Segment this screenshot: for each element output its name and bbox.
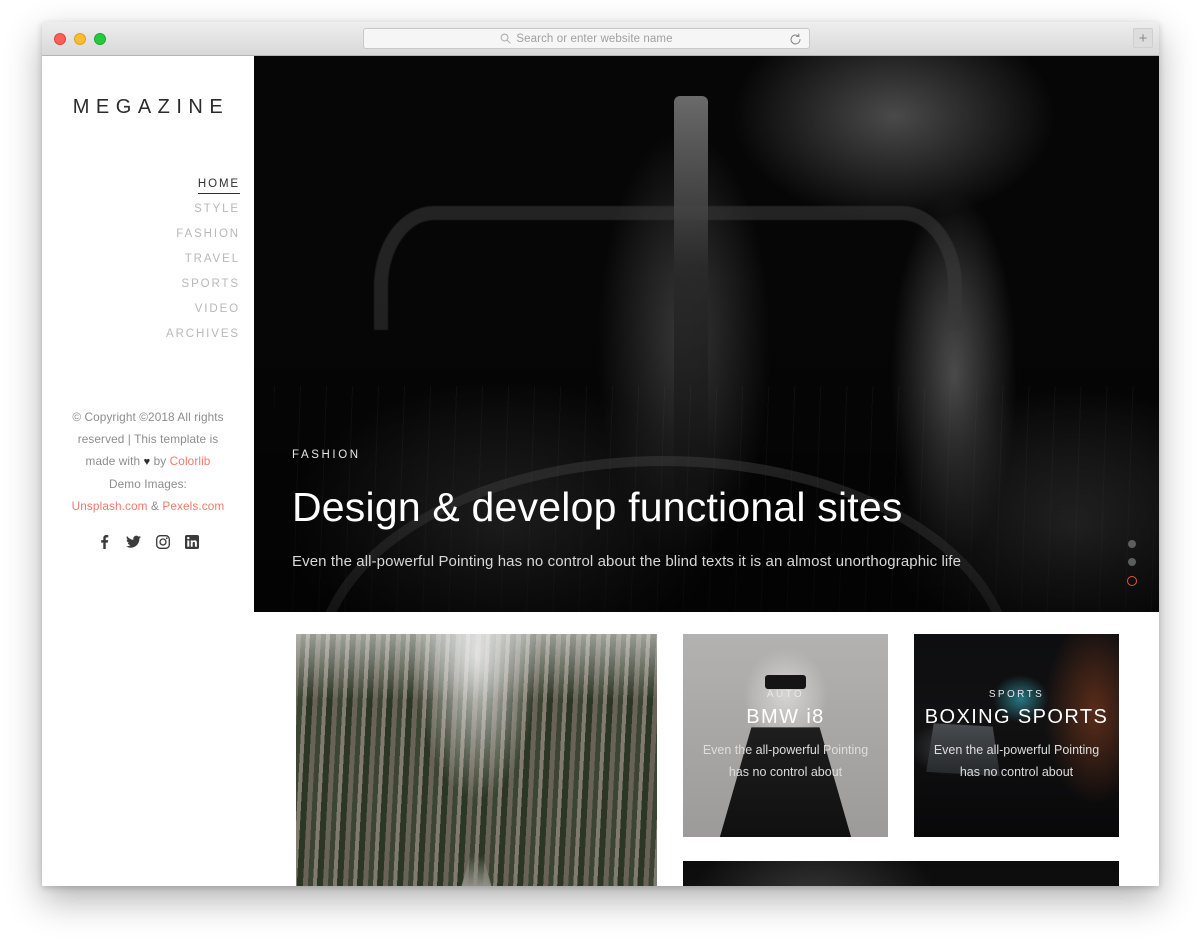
- browser-window: Search or enter website name + MEGAZINE …: [42, 22, 1159, 886]
- sidebar: MEGAZINE HOME STYLE FASHION TRAVEL SPORT…: [42, 56, 254, 886]
- nav-label: VIDEO: [194, 302, 240, 315]
- copyright-line-1: © Copyright ©2018 All rights: [72, 410, 224, 424]
- browser-toolbar: Search or enter website name +: [42, 22, 1159, 56]
- hero-title[interactable]: Design & develop functional sites: [292, 484, 1129, 529]
- new-tab-button[interactable]: +: [1133, 28, 1153, 48]
- linkedin-icon[interactable]: [184, 535, 199, 549]
- made-with-text: made with: [85, 454, 141, 468]
- post-grid: AUTO BMW i8 Even the all-powerful Pointi…: [254, 634, 1159, 886]
- card-title[interactable]: BMW i8: [746, 706, 824, 729]
- nav-item-travel[interactable]: TRAVEL: [42, 246, 240, 271]
- nav-item-sports[interactable]: SPORTS: [42, 271, 240, 296]
- card-category[interactable]: AUTO: [767, 689, 804, 700]
- slider-dot-1[interactable]: [1128, 540, 1136, 548]
- maximize-window-button[interactable]: [94, 33, 106, 45]
- hero-category[interactable]: FASHION: [292, 449, 1129, 461]
- post-card-column: AUTO BMW i8 Even the all-powerful Pointi…: [683, 634, 1119, 886]
- nav-label: STYLE: [194, 202, 240, 215]
- post-card-bmw[interactable]: AUTO BMW i8 Even the all-powerful Pointi…: [683, 634, 888, 837]
- hero-slider[interactable]: FASHION Design & develop functional site…: [254, 56, 1159, 612]
- nav-label: FASHION: [176, 227, 240, 240]
- nav-item-fashion[interactable]: FASHION: [42, 221, 240, 246]
- post-card-pair: AUTO BMW i8 Even the all-powerful Pointi…: [683, 634, 1119, 837]
- card-description: Even the all-powerful Pointing has no co…: [933, 742, 1100, 779]
- nav-label: ARCHIVES: [166, 327, 240, 340]
- slider-pagination: [1127, 540, 1137, 586]
- plus-icon: +: [1138, 29, 1148, 47]
- copyright-line-3: made with ♥ by Colorlib: [56, 450, 240, 473]
- minimize-window-button[interactable]: [74, 33, 86, 45]
- hero-text-block: FASHION Design & develop functional site…: [292, 449, 1129, 570]
- slider-dot-3-active[interactable]: [1127, 576, 1137, 586]
- nav-label: SPORTS: [181, 277, 240, 290]
- heart-icon: ♥: [143, 456, 151, 468]
- card-title[interactable]: BOXING SPORTS: [925, 706, 1108, 729]
- search-input[interactable]: Search or enter website name: [363, 28, 810, 49]
- card-category[interactable]: SPORTS: [989, 689, 1044, 700]
- unsplash-link[interactable]: Unsplash.com: [72, 499, 148, 513]
- by-text: by: [153, 454, 167, 468]
- post-grid-row-1: AUTO BMW i8 Even the all-powerful Pointi…: [254, 634, 1159, 886]
- facebook-icon[interactable]: [98, 535, 111, 549]
- post-card-forest[interactable]: [296, 634, 657, 886]
- page-viewport: MEGAZINE HOME STYLE FASHION TRAVEL SPORT…: [42, 56, 1159, 886]
- demo-images-label: Demo Images:: [109, 477, 187, 491]
- search-icon: [500, 33, 512, 44]
- nav-item-archives[interactable]: ARCHIVES: [42, 321, 240, 346]
- colorlib-link[interactable]: Colorlib: [170, 454, 211, 468]
- hero-subtitle: Even the all-powerful Pointing has no co…: [292, 553, 962, 570]
- nav-item-video[interactable]: VIDEO: [42, 296, 240, 321]
- site-logo[interactable]: MEGAZINE: [42, 96, 254, 119]
- close-window-button[interactable]: [54, 33, 66, 45]
- window-controls: [54, 33, 106, 45]
- nav-label: TRAVEL: [184, 252, 240, 265]
- slider-dot-2[interactable]: [1128, 558, 1136, 566]
- nav-label: HOME: [197, 177, 240, 194]
- search-placeholder: Search or enter website name: [516, 32, 673, 45]
- nav-item-home[interactable]: HOME: [42, 171, 240, 196]
- main-navigation: HOME STYLE FASHION TRAVEL SPORTS VIDEO A…: [42, 171, 254, 346]
- twitter-icon[interactable]: [125, 535, 141, 549]
- post-card-boxing[interactable]: SPORTS BOXING SPORTS Even the all-powerf…: [914, 634, 1119, 837]
- card-description: Even the all-powerful Pointing has no co…: [702, 742, 869, 779]
- nav-item-style[interactable]: STYLE: [42, 196, 240, 221]
- card-overlay: SPORTS BOXING SPORTS Even the all-powerf…: [914, 634, 1119, 837]
- social-links: [56, 535, 240, 549]
- dark-person-image: [683, 861, 1119, 886]
- main-content: FASHION Design & develop functional site…: [254, 56, 1159, 886]
- card-overlay: AUTO BMW i8 Even the all-powerful Pointi…: [683, 634, 888, 837]
- copyright-line-2: reserved | This template is: [77, 432, 219, 446]
- post-card-dark-person[interactable]: [683, 861, 1119, 886]
- instagram-icon[interactable]: [155, 535, 170, 549]
- sidebar-footer: © Copyright ©2018 All rights reserved | …: [42, 406, 254, 549]
- demo-images-links: Unsplash.com & Pexels.com: [56, 495, 240, 517]
- ampersand: &: [151, 499, 159, 513]
- reload-icon[interactable]: [789, 33, 802, 46]
- card-tint: [296, 634, 657, 886]
- pexels-link[interactable]: Pexels.com: [162, 499, 224, 513]
